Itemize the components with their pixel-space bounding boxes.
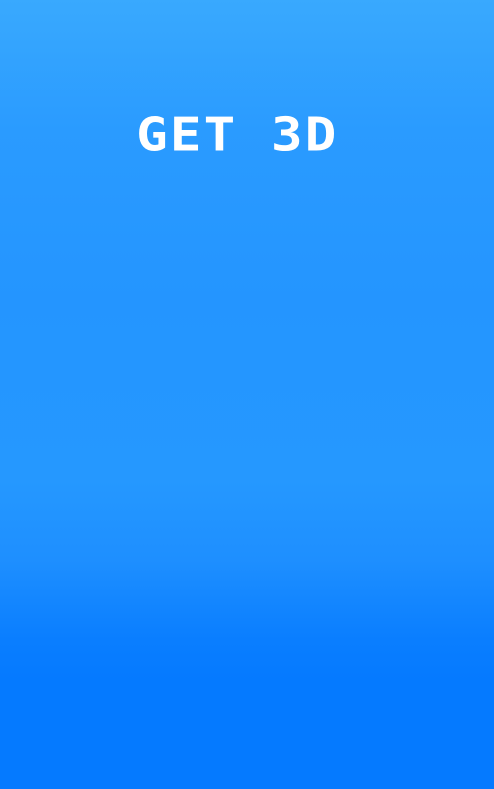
app-logo: GET 3D: [0, 112, 474, 158]
app-title: GET 3D: [135, 108, 339, 162]
splash-screen: GET 3D: [0, 0, 494, 789]
